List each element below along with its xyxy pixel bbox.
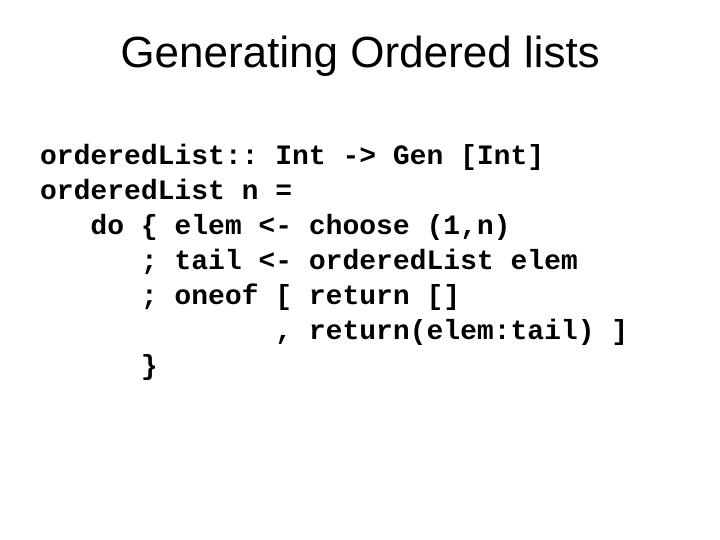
code-line-7: } xyxy=(40,352,158,383)
slide-title: Generating Ordered lists xyxy=(0,28,720,78)
code-line-6: , return(elem:tail) ] xyxy=(40,317,628,348)
slide: Generating Ordered lists orderedList:: I… xyxy=(0,0,720,540)
code-line-1: orderedList:: Int -> Gen [Int] xyxy=(40,142,544,173)
code-line-2: orderedList n = xyxy=(40,177,292,208)
code-line-3: do { elem <- choose (1,n) xyxy=(40,212,510,243)
code-line-4: ; tail <- orderedList elem xyxy=(40,247,578,278)
code-block: orderedList:: Int -> Gen [Int] orderedLi… xyxy=(40,140,628,385)
code-line-5: ; oneof [ return [] xyxy=(40,282,460,313)
